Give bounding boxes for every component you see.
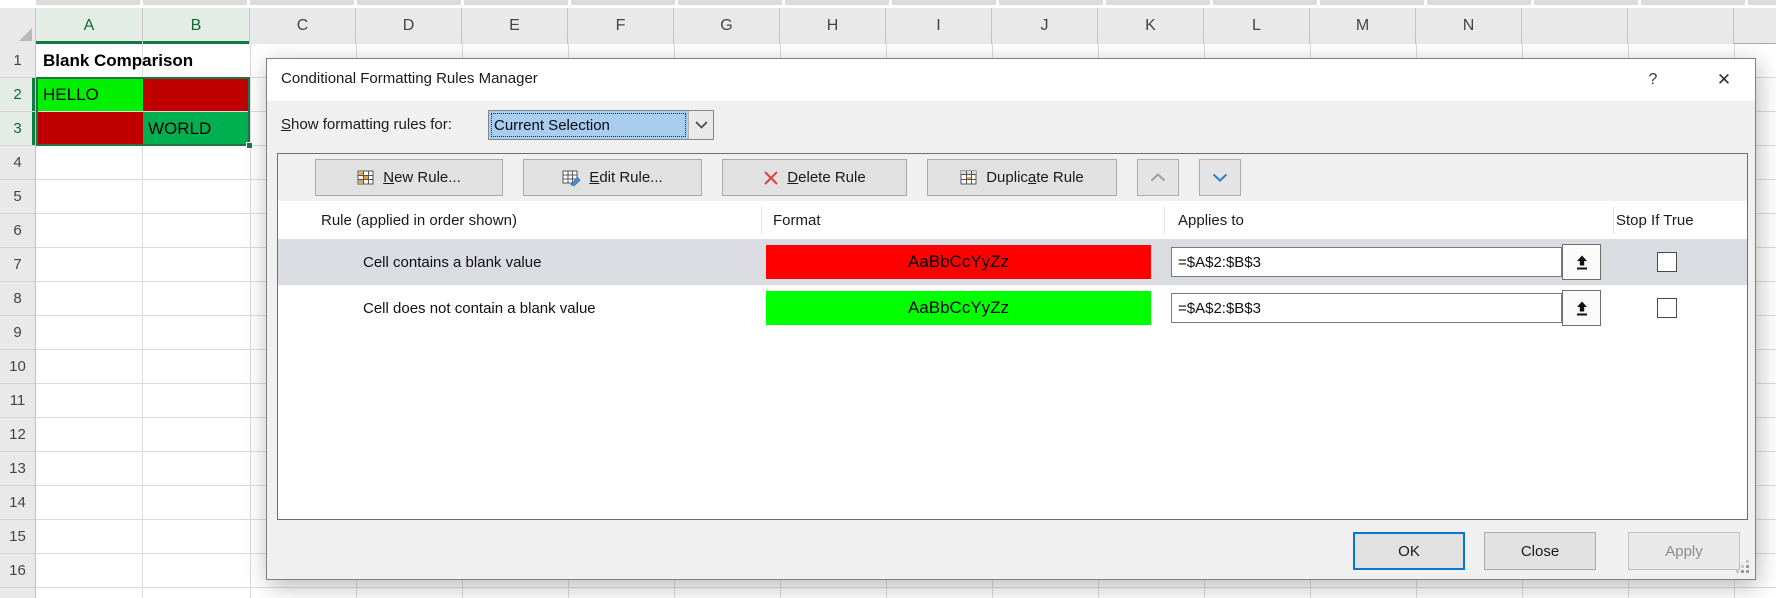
dialog-title: Conditional Formatting Rules Manager (281, 70, 538, 87)
column-separator (1613, 206, 1614, 234)
column-header-E[interactable]: E (462, 8, 568, 44)
collapse-dialog-icon (1574, 254, 1590, 271)
help-button[interactable]: ? (1636, 65, 1670, 95)
chevron-up-icon (1150, 173, 1166, 182)
column-header-H[interactable]: H (780, 8, 886, 44)
column-header-A[interactable]: A (36, 8, 143, 44)
cell-b3[interactable]: WORLD (143, 112, 249, 145)
new-rule-button[interactable]: New Rule... (315, 159, 503, 196)
cell-a2[interactable]: HELLO (38, 79, 143, 111)
row-headers: 12345678910111213141516 (0, 44, 36, 598)
dialog-titlebar[interactable]: Conditional Formatting Rules Manager ? ✕ (267, 59, 1755, 101)
column-header-B[interactable]: B (143, 8, 250, 44)
header-stop-if-true: Stop If True (1616, 201, 1694, 239)
column-header-blank[interactable] (1522, 8, 1628, 44)
format-preview: AaBbCcYyZz (766, 291, 1151, 325)
rule-description: Cell does not contain a blank value (363, 285, 596, 331)
row-header-12[interactable]: 12 (0, 418, 35, 452)
move-rule-up-button[interactable] (1137, 159, 1179, 196)
delete-rule-button[interactable]: Delete Rule (722, 159, 907, 196)
resize-grip[interactable] (1746, 570, 1749, 573)
row-header-16[interactable]: 16 (0, 554, 35, 588)
move-rule-down-button[interactable] (1199, 159, 1241, 196)
excel-window: ABCDEFGHIJKLMN 12345678910111213141516 B… (0, 0, 1776, 598)
range-picker-button[interactable] (1562, 244, 1601, 280)
applies-to-input[interactable] (1171, 293, 1562, 323)
column-header-L[interactable]: L (1204, 8, 1310, 44)
range-picker-button[interactable] (1562, 290, 1601, 326)
collapse-dialog-icon (1574, 300, 1590, 317)
show-rules-label: Show formatting rules for: (281, 116, 452, 133)
show-rules-dropdown[interactable]: Current Selection (488, 110, 714, 140)
column-header-J[interactable]: J (992, 8, 1098, 44)
header-format: Format (773, 201, 821, 239)
column-header-F[interactable]: F (568, 8, 674, 44)
duplicate-rule-button[interactable]: Duplicate Rule (927, 159, 1117, 196)
rule-row-selected[interactable]: Cell contains a blank value AaBbCcYyZz (278, 239, 1747, 285)
rules-toolbar: New Rule... Edit Rule... Delete Rule Dup… (278, 154, 1747, 201)
column-header-D[interactable]: D (356, 8, 462, 44)
header-applies-to: Applies to (1178, 201, 1244, 239)
row-header-11[interactable]: 11 (0, 384, 35, 418)
row-header-4[interactable]: 4 (0, 146, 35, 180)
header-rule: Rule (applied in order shown) (321, 201, 517, 239)
applies-to-input[interactable] (1171, 247, 1562, 277)
dropdown-selected-value[interactable]: Current Selection (489, 111, 688, 139)
row-header-8[interactable]: 8 (0, 282, 35, 316)
column-headers: ABCDEFGHIJKLMN (0, 8, 1776, 44)
header-top-strip (36, 0, 1776, 5)
row-header-15[interactable]: 15 (0, 520, 35, 554)
column-header-K[interactable]: K (1098, 8, 1204, 44)
cell-b2[interactable] (143, 79, 249, 111)
format-preview: AaBbCcYyZz (766, 245, 1151, 279)
column-separator (1164, 206, 1165, 234)
row-header-1[interactable]: 1 (0, 44, 35, 78)
row-header-7[interactable]: 7 (0, 248, 35, 282)
column-header-C[interactable]: C (250, 8, 356, 44)
column-header-N[interactable]: N (1416, 8, 1522, 44)
close-icon[interactable]: ✕ (1707, 65, 1741, 95)
column-header-M[interactable]: M (1310, 8, 1416, 44)
cell-a1[interactable]: Blank Comparison (38, 44, 278, 78)
column-header-G[interactable]: G (674, 8, 780, 44)
stop-if-true-checkbox[interactable] (1657, 252, 1677, 272)
cf-rules-manager-dialog: Conditional Formatting Rules Manager ? ✕… (266, 58, 1756, 580)
row-header-2[interactable]: 2 (0, 78, 35, 112)
close-button[interactable]: Close (1484, 532, 1596, 570)
column-header-I[interactable]: I (886, 8, 992, 44)
row-header-10[interactable]: 10 (0, 350, 35, 384)
row-header-3[interactable]: 3 (0, 112, 35, 146)
cell-a3[interactable] (38, 112, 143, 145)
rules-panel: New Rule... Edit Rule... Delete Rule Dup… (277, 153, 1748, 520)
rules-list-header: Rule (applied in order shown) Format App… (278, 201, 1747, 239)
delete-x-icon (763, 170, 779, 186)
edit-rule-pencil-icon (562, 170, 581, 186)
duplicate-rule-table-icon (960, 170, 978, 186)
column-header-blank[interactable] (1628, 8, 1734, 44)
column-separator (761, 206, 762, 234)
row-header-14[interactable]: 14 (0, 486, 35, 520)
stop-if-true-checkbox[interactable] (1657, 298, 1677, 318)
new-rule-table-icon (357, 170, 375, 186)
chevron-down-icon[interactable] (688, 111, 713, 139)
row-header-5[interactable]: 5 (0, 180, 35, 214)
ok-button[interactable]: OK (1353, 532, 1465, 570)
rule-row[interactable]: Cell does not contain a blank value AaBb… (278, 285, 1747, 331)
select-all-corner[interactable] (0, 8, 36, 44)
row-header-9[interactable]: 9 (0, 316, 35, 350)
row-header-13[interactable]: 13 (0, 452, 35, 486)
chevron-down-icon (1212, 173, 1228, 182)
rule-description: Cell contains a blank value (363, 239, 541, 285)
row-header-6[interactable]: 6 (0, 214, 35, 248)
apply-button[interactable]: Apply (1628, 532, 1740, 570)
edit-rule-button[interactable]: Edit Rule... (523, 159, 702, 196)
